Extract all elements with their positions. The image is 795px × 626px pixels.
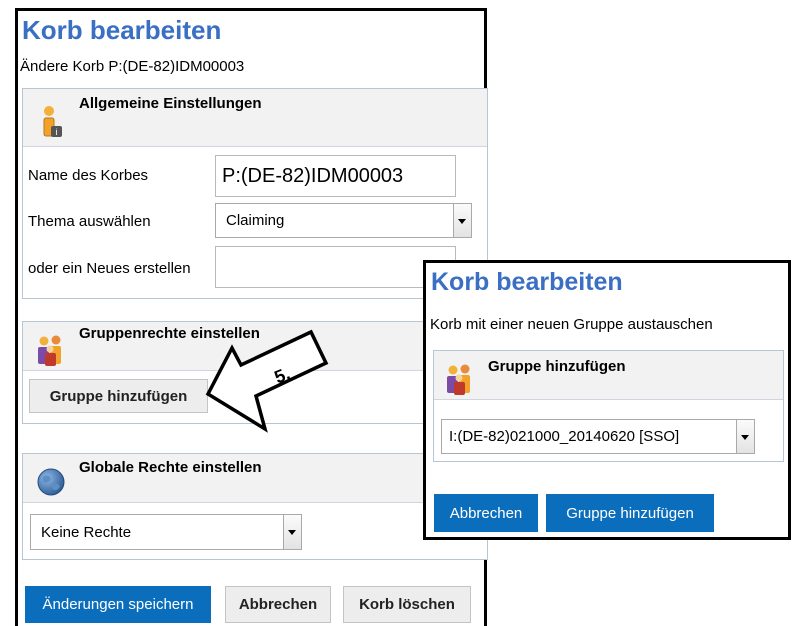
chevron-down-icon	[736, 420, 754, 453]
dialog-cancel-button[interactable]: Abbrechen	[434, 494, 538, 532]
group-icon	[447, 364, 470, 395]
dialog-add-group-button[interactable]: Gruppe hinzufügen	[546, 494, 714, 532]
dialog-section-header: Gruppe hinzufügen	[434, 351, 783, 400]
dialog-subtitle: Korb mit einer neuen Gruppe austauschen	[430, 316, 713, 333]
group-select-value: I:(DE-82)021000_20140620 [SSO]	[449, 428, 680, 445]
group-select[interactable]: I:(DE-82)021000_20140620 [SSO]	[441, 419, 755, 454]
dialog-title: Korb bearbeiten	[431, 268, 623, 296]
add-group-dialog: Korb bearbeiten Korb mit einer neuen Gru…	[423, 260, 791, 540]
dialog-section-title: Gruppe hinzufügen	[488, 358, 626, 375]
dialog-add-group-section: Gruppe hinzufügen I:(DE-82)021000_201406…	[433, 350, 784, 462]
